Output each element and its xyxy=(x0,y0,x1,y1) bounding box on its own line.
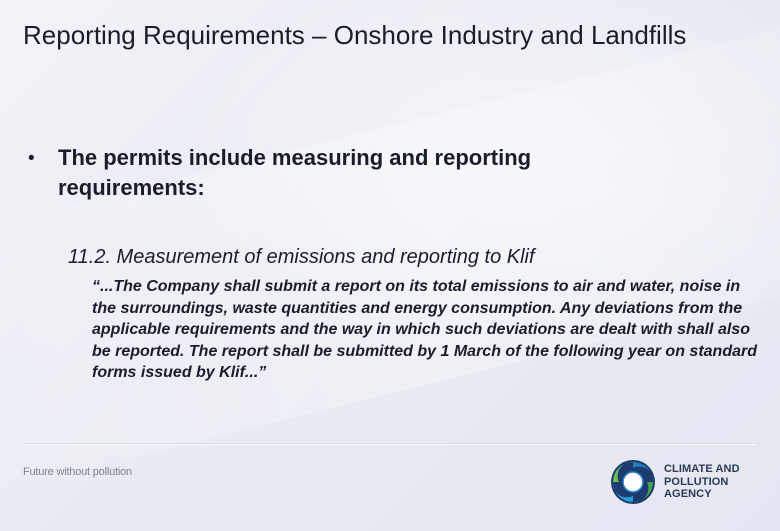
agency-logo: CLIMATE AND POLLUTION AGENCY xyxy=(610,459,740,505)
logo-line-1: CLIMATE AND xyxy=(664,463,740,476)
slide-title: Reporting Requirements – Onshore Industr… xyxy=(23,20,687,50)
bullet-marker: • xyxy=(28,148,35,169)
bullet-text: The permits include measuring and report… xyxy=(58,145,532,200)
footer-divider xyxy=(22,443,756,444)
bullet-item: • The permits include measuring and repo… xyxy=(28,143,668,203)
footer-tagline: Future without pollution xyxy=(23,466,132,478)
logo-line-3: AGENCY xyxy=(664,488,712,501)
permit-quote: “...The Company shall submit a report on… xyxy=(92,278,757,382)
globe-swirl-logo-icon xyxy=(611,460,655,504)
slide: Reporting Requirements – Onshore Industr… xyxy=(0,0,780,531)
logo-line-2: POLLUTION xyxy=(664,475,729,488)
section-heading: 11.2. Measurement of emissions and repor… xyxy=(68,246,535,268)
agency-logo-wordmark: CLIMATE AND POLLUTION AGENCY xyxy=(664,463,740,501)
